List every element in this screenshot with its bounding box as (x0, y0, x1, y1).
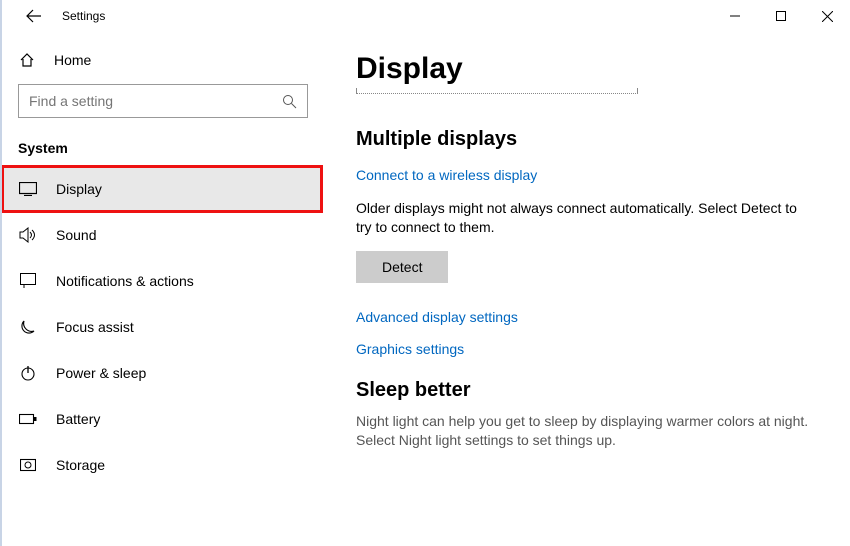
sidebar-item-label: Sound (56, 227, 96, 243)
notifications-icon (18, 271, 38, 291)
sidebar-item-notifications[interactable]: Notifications & actions (2, 258, 332, 304)
sidebar-item-battery[interactable]: Battery (2, 396, 332, 442)
sidebar: Home System Display (2, 32, 332, 546)
older-displays-text: Older displays might not always connect … (356, 199, 810, 237)
close-icon (822, 11, 833, 22)
minimize-icon (730, 11, 740, 21)
page-title: Display (356, 52, 810, 87)
sleep-better-section: Sleep better Night light can help you ge… (356, 379, 810, 451)
sidebar-item-label: Battery (56, 411, 100, 427)
detect-button[interactable]: Detect (356, 251, 448, 283)
back-button[interactable] (18, 0, 50, 32)
sidebar-item-sound[interactable]: Sound (2, 212, 332, 258)
multiple-displays-heading: Multiple displays (356, 128, 810, 151)
focus-assist-icon (18, 317, 38, 337)
sleep-better-text: Night light can help you get to sleep by… (356, 412, 810, 451)
connect-wireless-display-link[interactable]: Connect to a wireless display (356, 167, 537, 183)
search-icon (282, 94, 297, 109)
minimize-button[interactable] (712, 0, 758, 32)
maximize-button[interactable] (758, 0, 804, 32)
sidebar-item-label: Storage (56, 457, 105, 473)
sidebar-item-focus-assist[interactable]: Focus assist (2, 304, 332, 350)
sidebar-item-label: Focus assist (56, 319, 134, 335)
storage-icon (18, 455, 38, 475)
search-input[interactable] (29, 93, 282, 109)
main-panel: Display Multiple displays Connect to a w… (332, 32, 850, 546)
home-button[interactable]: Home (2, 44, 332, 76)
search-container (2, 84, 332, 118)
sound-icon (18, 225, 38, 245)
sidebar-item-power-sleep[interactable]: Power & sleep (2, 350, 332, 396)
title-bar: Settings (2, 0, 850, 32)
settings-window: Settings Home (0, 0, 850, 546)
sidebar-item-label: Notifications & actions (56, 273, 194, 289)
sidebar-item-display[interactable]: Display (2, 166, 322, 212)
search-input-wrapper[interactable] (18, 84, 308, 118)
window-controls (712, 0, 850, 32)
sidebar-group-label: System (2, 136, 332, 166)
display-icon (18, 179, 38, 199)
battery-icon (18, 409, 38, 429)
home-label: Home (54, 52, 91, 68)
maximize-icon (776, 11, 786, 21)
sidebar-item-storage[interactable]: Storage (2, 442, 332, 488)
sidebar-item-label: Power & sleep (56, 365, 146, 381)
graphics-settings-link[interactable]: Graphics settings (356, 341, 464, 357)
title-focus-indicator (356, 93, 638, 94)
window-title: Settings (62, 9, 105, 23)
close-button[interactable] (804, 0, 850, 32)
advanced-display-settings-link[interactable]: Advanced display settings (356, 309, 518, 325)
arrow-left-icon (26, 8, 42, 24)
sidebar-item-label: Display (56, 181, 102, 197)
power-icon (18, 363, 38, 383)
home-icon (18, 52, 36, 68)
sleep-better-heading: Sleep better (356, 379, 810, 402)
content-area: Home System Display (2, 32, 850, 546)
